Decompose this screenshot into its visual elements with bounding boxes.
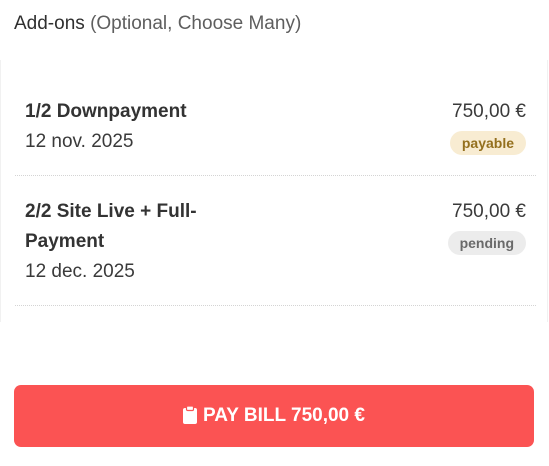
clipboard-icon	[183, 406, 198, 424]
installment-row: 1/2 Downpayment 12 nov. 2025 750,00 € pa…	[15, 97, 536, 176]
addons-header: Add-ons (Optional, Choose Many)	[14, 12, 301, 36]
installment-title: 2/2 Site Live + Full-Payment	[25, 201, 197, 252]
installment-date: 12 dec. 2025	[25, 261, 135, 282]
installment-row: 2/2 Site Live + Full-Payment 12 dec. 202…	[15, 197, 536, 306]
installments-panel: 1/2 Downpayment 12 nov. 2025 750,00 € pa…	[0, 60, 548, 322]
installment-amount: 750,00 €	[452, 101, 526, 122]
status-badge: pending	[447, 231, 526, 255]
installment-title: 1/2 Downpayment	[25, 101, 187, 122]
addons-subtitle: (Optional, Choose Many)	[90, 13, 302, 34]
pay-bill-button[interactable]: PAY BILL 750,00 €	[14, 385, 534, 447]
pay-bill-label: PAY BILL 750,00 €	[203, 405, 365, 426]
addons-title: Add-ons	[14, 13, 85, 34]
status-badge: payable	[449, 131, 526, 155]
installment-date: 12 nov. 2025	[25, 131, 134, 152]
installment-amount: 750,00 €	[452, 201, 526, 222]
